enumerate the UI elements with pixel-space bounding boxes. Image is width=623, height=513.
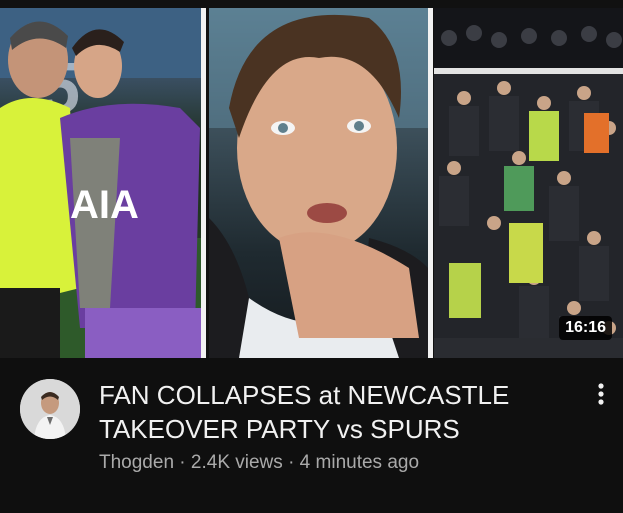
channel-avatar[interactable] xyxy=(20,379,80,439)
shirt-sponsor-text: AIA xyxy=(70,183,139,227)
video-title[interactable]: FAN COLLAPSES at NEWCASTLE TAKEOVER PART… xyxy=(99,378,569,446)
channel-name[interactable]: Thogden xyxy=(99,452,174,473)
meta-separator: · xyxy=(288,452,295,473)
video-title-line-2: TAKEOVER PARTY vs SPURS xyxy=(99,414,460,444)
video-thumbnail[interactable]: 5 AIA 16:16 xyxy=(0,0,623,358)
view-count: 2.4K views xyxy=(190,452,283,473)
thumbnail-panel-players: 5 AIA xyxy=(0,8,201,358)
more-vert-icon xyxy=(598,383,604,405)
video-title-line-1: FAN COLLAPSES at NEWCASTLE xyxy=(99,380,510,410)
more-options-button[interactable] xyxy=(590,380,612,410)
thumbnail-panel-crowd xyxy=(434,8,623,358)
avatar-icon xyxy=(20,379,80,439)
video-metadata: Thogden · 2.4K views · 4 minutes ago xyxy=(99,452,419,474)
thumbnail-panel-fan xyxy=(209,8,428,358)
meta-separator: · xyxy=(179,452,186,473)
panel-divider xyxy=(428,8,433,358)
panel-divider xyxy=(201,8,206,358)
duration-badge: 16:16 xyxy=(559,316,612,340)
upload-age: 4 minutes ago xyxy=(299,452,420,473)
